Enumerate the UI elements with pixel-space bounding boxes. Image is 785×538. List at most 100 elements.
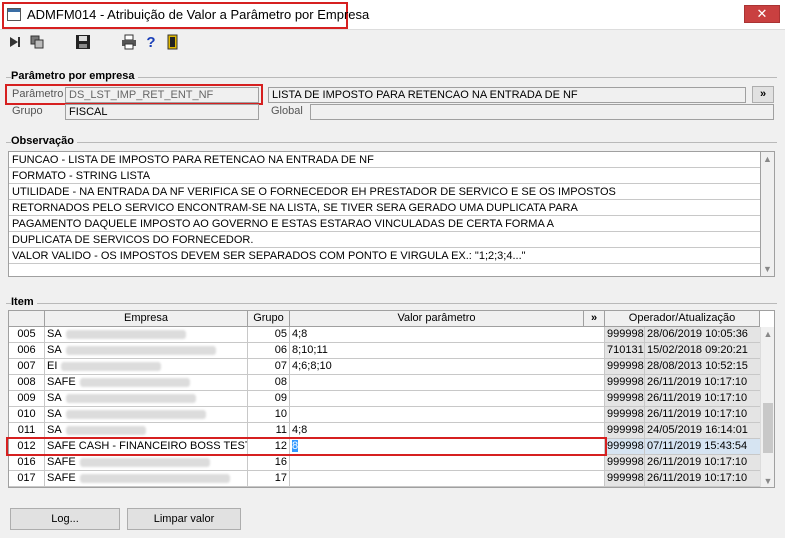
table-row[interactable]: 010 SA 10 999998 26/11/2019 10:17:10 — [9, 407, 761, 423]
redacted-text — [79, 473, 230, 483]
parametro-highlight-box — [5, 84, 263, 105]
print-icon[interactable] — [120, 34, 138, 52]
table-row[interactable]: 009 SA 09 999998 26/11/2019 10:17:10 — [9, 391, 761, 407]
cell-code-text: 005 — [17, 328, 36, 340]
cell-valor[interactable] — [290, 471, 605, 487]
cell-valor[interactable] — [290, 375, 605, 391]
cell-grupo[interactable]: 08 — [248, 375, 290, 391]
cell-operador[interactable]: 999998 — [605, 375, 645, 391]
table-row[interactable]: 006 SA 06 8;10;11 710131 15/02/2018 09:20:21 — [9, 343, 761, 359]
cell-empresa[interactable]: SA — [45, 391, 248, 407]
scroll-down-icon[interactable]: ▼ — [761, 264, 774, 274]
observacao-scrollbar[interactable]: ▲ ▼ — [760, 151, 775, 277]
cell-data[interactable]: 24/05/2019 16:14:01 — [645, 423, 761, 439]
cell-valor[interactable]: 4;6;8;10 — [290, 359, 605, 375]
limpar-valor-button[interactable]: Limpar valor — [127, 508, 241, 530]
cell-empresa[interactable]: SAFE — [45, 375, 248, 391]
column-header-valor[interactable]: Valor parâmetro — [290, 311, 584, 327]
cell-operador-text: 999998 — [607, 376, 644, 388]
cell-operador-text: 999998 — [607, 456, 644, 468]
save-icon[interactable] — [74, 34, 92, 52]
cell-code[interactable]: 008 — [9, 375, 45, 391]
cell-grupo[interactable]: 17 — [248, 471, 290, 487]
cell-valor[interactable] — [290, 391, 605, 407]
cell-grupo[interactable]: 09 — [248, 391, 290, 407]
cell-code-text: 007 — [17, 360, 36, 372]
cell-code[interactable]: 009 — [9, 391, 45, 407]
cell-grupo[interactable]: 16 — [248, 455, 290, 471]
table-row[interactable]: 005 SA 05 4;8 999998 28/06/2019 10:05:36 — [9, 327, 761, 343]
expand-valor-button[interactable]: » — [584, 311, 605, 327]
cell-grupo[interactable]: 05 — [248, 327, 290, 343]
scroll-thumb[interactable] — [763, 403, 773, 453]
table-row[interactable]: 007 EI 07 4;6;8;10 999998 28/08/2013 10:52:15 — [9, 359, 761, 375]
redacted-text — [65, 425, 146, 435]
cell-valor[interactable]: 8;10;11 — [290, 343, 605, 359]
cell-empresa-text: SA — [47, 424, 62, 436]
cell-data[interactable]: 26/11/2019 10:17:10 — [645, 375, 761, 391]
cell-grupo-text: 11 — [275, 424, 287, 436]
cell-data[interactable]: 07/11/2019 15:43:54 — [645, 439, 761, 455]
cell-data[interactable]: 26/11/2019 10:17:10 — [645, 455, 761, 471]
table-row[interactable]: 016 SAFE 16 999998 26/11/2019 10:17:10 — [9, 455, 761, 471]
first-icon[interactable] — [6, 34, 24, 52]
copy-icon[interactable] — [28, 34, 46, 52]
cell-data-text: 07/11/2019 15:43:54 — [647, 440, 748, 452]
cell-operador[interactable]: 999998 — [605, 455, 645, 471]
cell-grupo[interactable]: 07 — [248, 359, 290, 375]
column-header-operador[interactable]: Operador/Atualização — [605, 311, 760, 327]
cell-data[interactable]: 15/02/2018 09:20:21 — [645, 343, 761, 359]
cell-empresa[interactable]: EI — [45, 359, 248, 375]
cell-code[interactable]: 006 — [9, 343, 45, 359]
item-scrollbar[interactable]: ▲ ▼ — [760, 327, 774, 487]
cell-operador[interactable]: 999998 — [605, 471, 645, 487]
scroll-down-icon[interactable]: ▼ — [761, 476, 774, 486]
cell-data-text: 26/11/2019 10:17:10 — [647, 456, 748, 468]
cell-grupo[interactable]: 06 — [248, 343, 290, 359]
descricao-field: LISTA DE IMPOSTO PARA RETENCAO NA ENTRAD… — [268, 87, 746, 103]
cell-grupo[interactable]: 10 — [248, 407, 290, 423]
cell-valor[interactable] — [290, 455, 605, 471]
cell-valor[interactable] — [290, 407, 605, 423]
cell-data[interactable]: 28/08/2013 10:52:15 — [645, 359, 761, 375]
column-header-grupo[interactable]: Grupo — [248, 311, 290, 327]
close-button[interactable]: ✕ — [744, 5, 780, 23]
cell-empresa[interactable]: SA — [45, 407, 248, 423]
cell-data[interactable]: 26/11/2019 10:17:10 — [645, 471, 761, 487]
cell-operador[interactable]: 999998 — [605, 407, 645, 423]
help-icon[interactable]: ? — [142, 34, 160, 52]
cell-data[interactable]: 26/11/2019 10:17:10 — [645, 407, 761, 423]
cell-data[interactable]: 26/11/2019 10:17:10 — [645, 391, 761, 407]
table-row[interactable]: 008 SAFE 08 999998 26/11/2019 10:17:10 — [9, 375, 761, 391]
exit-icon[interactable] — [164, 34, 182, 52]
cell-operador[interactable]: 999998 — [605, 423, 645, 439]
cell-operador[interactable]: 999998 — [605, 439, 645, 455]
scroll-up-icon[interactable]: ▲ — [761, 329, 774, 339]
cell-valor[interactable]: 4;8 — [290, 327, 605, 343]
scroll-up-icon[interactable]: ▲ — [761, 154, 774, 164]
cell-data-text: 28/08/2013 10:52:15 — [647, 360, 748, 372]
cell-code[interactable]: 007 — [9, 359, 45, 375]
cell-code[interactable]: 017 — [9, 471, 45, 487]
log-button[interactable]: Log... — [10, 508, 120, 530]
column-header-empresa[interactable]: Empresa — [45, 311, 248, 327]
expand-parametro-button[interactable]: » — [752, 86, 774, 103]
cell-empresa[interactable]: SA — [45, 343, 248, 359]
cell-code[interactable]: 016 — [9, 455, 45, 471]
cell-empresa[interactable]: SAFE — [45, 471, 248, 487]
cell-operador[interactable]: 999998 — [605, 359, 645, 375]
table-row[interactable]: 017 SAFE 17 999998 26/11/2019 10:17:10 — [9, 471, 761, 487]
cell-code[interactable]: 005 — [9, 327, 45, 343]
cell-operador[interactable]: 999998 — [605, 391, 645, 407]
cell-operador[interactable]: 710131 — [605, 343, 645, 359]
item-grid[interactable]: Empresa Grupo Valor parâmetro » Operador… — [8, 310, 775, 488]
cell-data[interactable]: 28/06/2019 10:05:36 — [645, 327, 761, 343]
cell-operador-text: 999998 — [607, 360, 644, 372]
cell-data-text: 26/11/2019 10:17:10 — [647, 392, 748, 404]
cell-empresa[interactable]: SA — [45, 327, 248, 343]
observacao-text-area[interactable]: FUNCAO - LISTA DE IMPOSTO PARA RETENCAO … — [8, 151, 762, 277]
cell-empresa[interactable]: SAFE — [45, 455, 248, 471]
cell-code[interactable]: 010 — [9, 407, 45, 423]
cell-operador[interactable]: 999998 — [605, 327, 645, 343]
redacted-text — [79, 377, 190, 387]
